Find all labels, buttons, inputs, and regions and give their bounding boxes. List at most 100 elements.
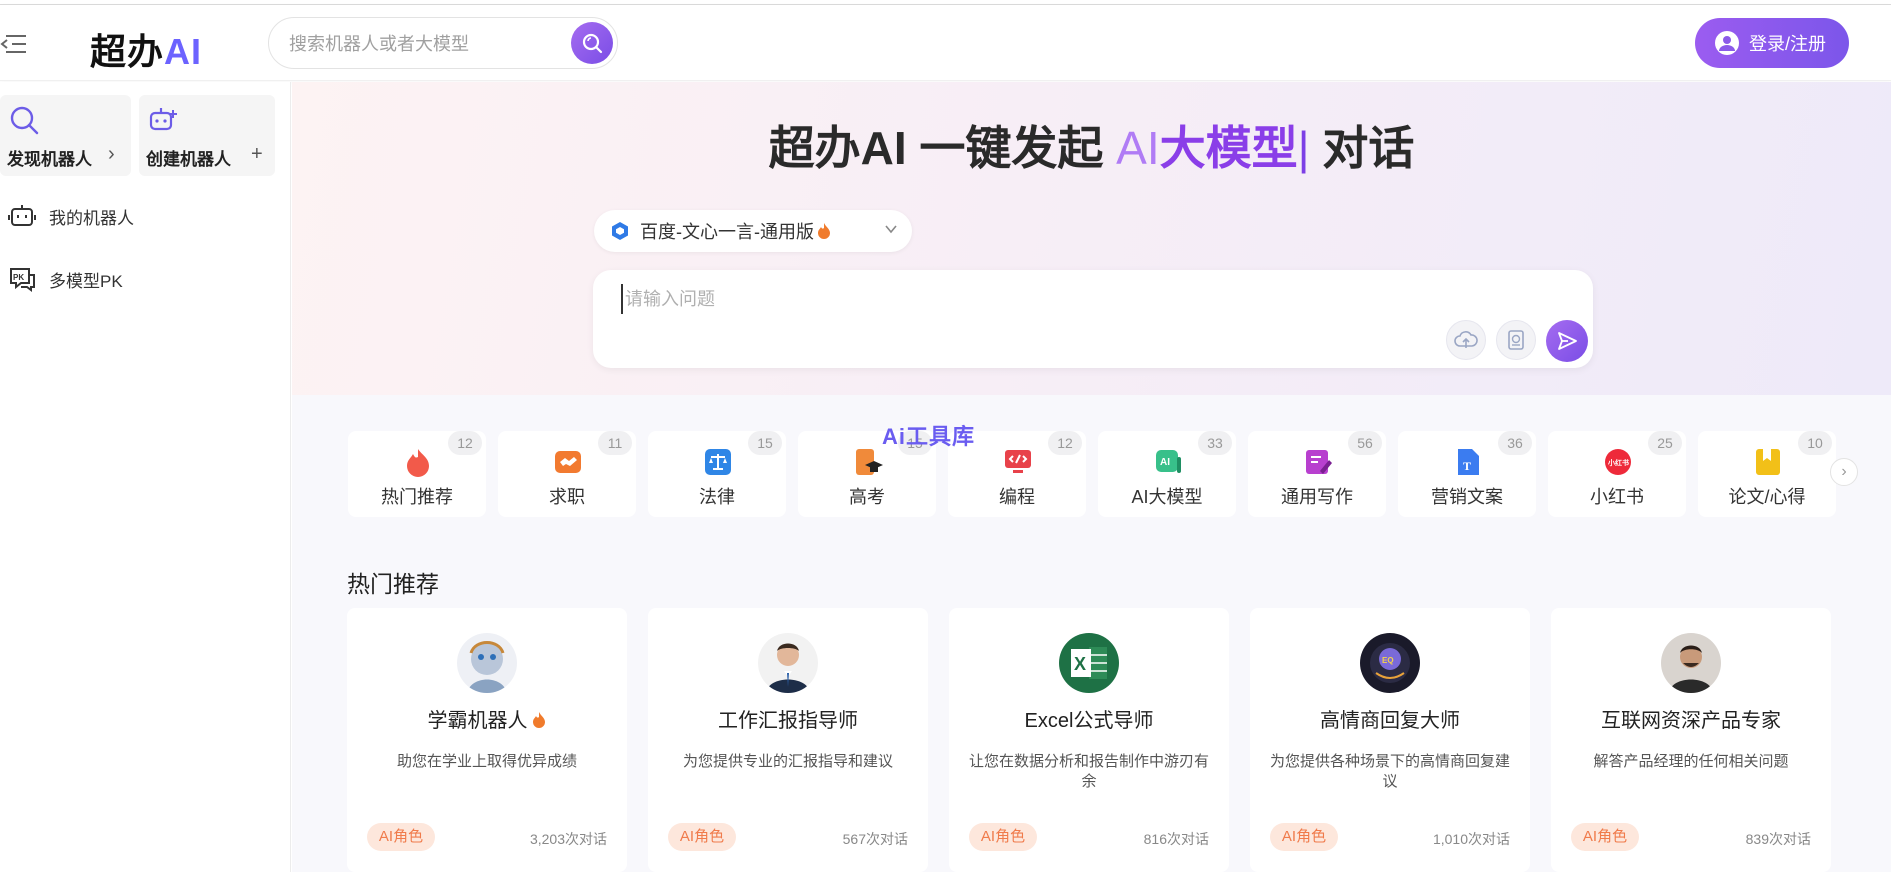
bot-name: Excel公式导师 xyxy=(1024,710,1154,732)
category-tab[interactable]: 11 求职 xyxy=(498,431,636,517)
category-tab[interactable]: 15 法律 xyxy=(648,431,786,517)
category-count-badge: 56 xyxy=(1348,431,1382,455)
chevron-down-icon xyxy=(885,225,897,234)
bot-description: 让您在数据分析和报告制作中游刃有余 xyxy=(969,753,1210,790)
category-count-badge: 12 xyxy=(1048,431,1082,455)
bot-name: 学霸机器人 xyxy=(427,710,528,732)
search-icon xyxy=(10,106,39,135)
document-icon: T xyxy=(1458,449,1479,475)
discover-bots-card[interactable]: 发现机器人 › xyxy=(0,95,131,176)
category-label: 小红书 xyxy=(1590,487,1644,507)
bot-card[interactable]: 互联网资深产品专家 解答产品经理的任何相关问题 AI角色 839次对话 xyxy=(1551,608,1831,872)
upload-button[interactable] xyxy=(1446,320,1486,360)
category-label: 高考 xyxy=(849,487,885,507)
section-title: 热门推荐 xyxy=(347,571,439,597)
hero-title-prefix: 超办AI 一键发起 xyxy=(768,122,1117,174)
bot-card[interactable]: X Excel公式导师让您在数据分析和报告制作中游刃有余 AI角色 816次对话 xyxy=(949,608,1229,872)
bot-name-row: 工作汇报指导师 xyxy=(648,704,928,733)
svg-text:EQ: EQ xyxy=(1382,656,1394,665)
category-label: 编程 xyxy=(999,487,1035,507)
category-tab[interactable]: 25 小红书 小红书 xyxy=(1548,431,1686,517)
category-label: 热门推荐 xyxy=(381,487,453,507)
discover-bots-label: 发现机器人 xyxy=(7,150,92,169)
svg-text:AI: AI xyxy=(1160,457,1170,468)
search-input[interactable] xyxy=(289,32,549,56)
bot-tag-badge: AI角色 xyxy=(668,823,736,851)
question-input[interactable] xyxy=(621,284,1321,314)
model-logo-icon xyxy=(612,222,628,240)
category-count-badge: 25 xyxy=(1648,431,1682,455)
bot-chat-count: 816次对话 xyxy=(1143,831,1209,847)
category-label: 论文/心得 xyxy=(1728,487,1806,507)
menu-collapse-icon[interactable] xyxy=(0,33,28,55)
watermark-text: Ai工具库 xyxy=(882,424,976,449)
svg-text:T: T xyxy=(1463,459,1471,473)
model-select-dropdown[interactable]: 百度-文心一言-通用版 xyxy=(594,210,912,252)
search-button[interactable] xyxy=(571,22,613,64)
main-content: 超办AI 一键发起 AI大模型| 对话 百度-文心一言-通用版 请输入问题 12… xyxy=(292,82,1891,872)
bot-chat-count: 567次对话 xyxy=(842,831,908,847)
bot-name: 高情商回复大师 xyxy=(1320,710,1460,732)
fire-icon xyxy=(532,712,545,728)
bot-card[interactable]: 学霸机器人 助您在学业上取得优异成绩 AI角色 3,203次对话 xyxy=(347,608,627,872)
login-label: 登录/注册 xyxy=(1749,34,1827,54)
category-count-badge: 11 xyxy=(598,431,632,455)
scale-icon xyxy=(705,449,731,475)
logo-ai-text: AI xyxy=(164,31,203,72)
category-tab[interactable]: 56 通用写作 xyxy=(1248,431,1386,517)
sidebar-item-label: 多模型PK xyxy=(49,271,123,291)
category-label: 求职 xyxy=(549,487,585,507)
bot-tag-badge: AI角色 xyxy=(1571,823,1639,851)
hero-title: 超办AI 一键发起 AI大模型| 对话 xyxy=(292,112,1891,178)
send-button[interactable] xyxy=(1546,320,1588,362)
bookmark-icon xyxy=(1756,449,1780,475)
hero-title-ai: AI xyxy=(1116,122,1160,174)
svg-text:小红书: 小红书 xyxy=(1607,458,1629,467)
search-box xyxy=(268,17,618,69)
writing-icon xyxy=(1306,450,1332,474)
bot-name: 互联网资深产品专家 xyxy=(1601,710,1781,732)
excel-avatar: X xyxy=(1059,633,1119,693)
knowledge-base-button[interactable] xyxy=(1496,320,1536,360)
create-bot-card[interactable]: 创建机器人 + xyxy=(139,95,275,176)
bot-card[interactable]: 工作汇报指导师为您提供专业的汇报指导和建议 AI角色 567次对话 xyxy=(648,608,928,872)
knowledge-book-icon xyxy=(1508,330,1524,350)
category-count-badge: 15 xyxy=(748,431,782,455)
bot-card[interactable]: EQ 高情商回复大师 为您提供各种场景下的高情商回复建议 AI角色 1,010次对话 xyxy=(1250,608,1530,872)
typing-cursor: | xyxy=(1297,122,1310,174)
sidebar-item-model-pk[interactable]: PK 多模型PK xyxy=(8,261,123,297)
category-next-button[interactable]: › xyxy=(1830,458,1858,486)
bot-chat-count: 839次对话 xyxy=(1745,831,1811,847)
category-tab[interactable]: 33 AI AI大模型 xyxy=(1098,431,1236,517)
ai-model-icon: AI xyxy=(1156,450,1181,473)
expert-avatar xyxy=(1661,633,1721,693)
sidebar: 发现机器人 › 创建机器人 + 我的机器人 PK 多模型PK xyxy=(0,82,291,872)
bot-description: 为您提供专业的汇报指导和建议 xyxy=(682,753,893,770)
selected-model-name: 百度-文心一言-通用版 xyxy=(640,222,814,242)
robot-face-avatar xyxy=(457,633,517,693)
chevron-right-icon: › xyxy=(108,143,115,165)
login-register-button[interactable]: 登录/注册 xyxy=(1695,18,1849,68)
site-logo[interactable]: 超办AI xyxy=(90,23,202,75)
bot-description: 助您在学业上取得优异成绩 xyxy=(396,753,577,770)
robot-add-icon xyxy=(149,108,177,131)
category-tab[interactable]: 36 T 营销文案 xyxy=(1398,431,1536,517)
bot-tag-badge: AI角色 xyxy=(969,823,1037,851)
svg-text:PK: PK xyxy=(13,273,24,282)
hero-title-suffix: 对话 xyxy=(1309,122,1415,174)
category-count-badge: 36 xyxy=(1498,431,1532,455)
category-count-badge: 33 xyxy=(1198,431,1232,455)
category-label: 法律 xyxy=(699,487,735,507)
sidebar-item-my-bots[interactable]: 我的机器人 xyxy=(8,198,134,234)
robot-icon xyxy=(8,205,36,226)
brain-avatar: EQ xyxy=(1360,633,1420,693)
category-tab[interactable]: 12 热门推荐 xyxy=(348,431,486,517)
sidebar-item-label: 我的机器人 xyxy=(49,208,134,228)
category-count-badge: 12 xyxy=(448,431,482,455)
logo-text: 超办 xyxy=(90,31,165,72)
search-icon xyxy=(582,33,603,54)
bot-name: 工作汇报指导师 xyxy=(718,710,858,732)
xiaohongshu-icon: 小红书 xyxy=(1605,449,1631,475)
category-tab[interactable]: 10 论文/心得 xyxy=(1698,431,1836,517)
bot-name-row: 高情商回复大师 xyxy=(1250,704,1530,733)
